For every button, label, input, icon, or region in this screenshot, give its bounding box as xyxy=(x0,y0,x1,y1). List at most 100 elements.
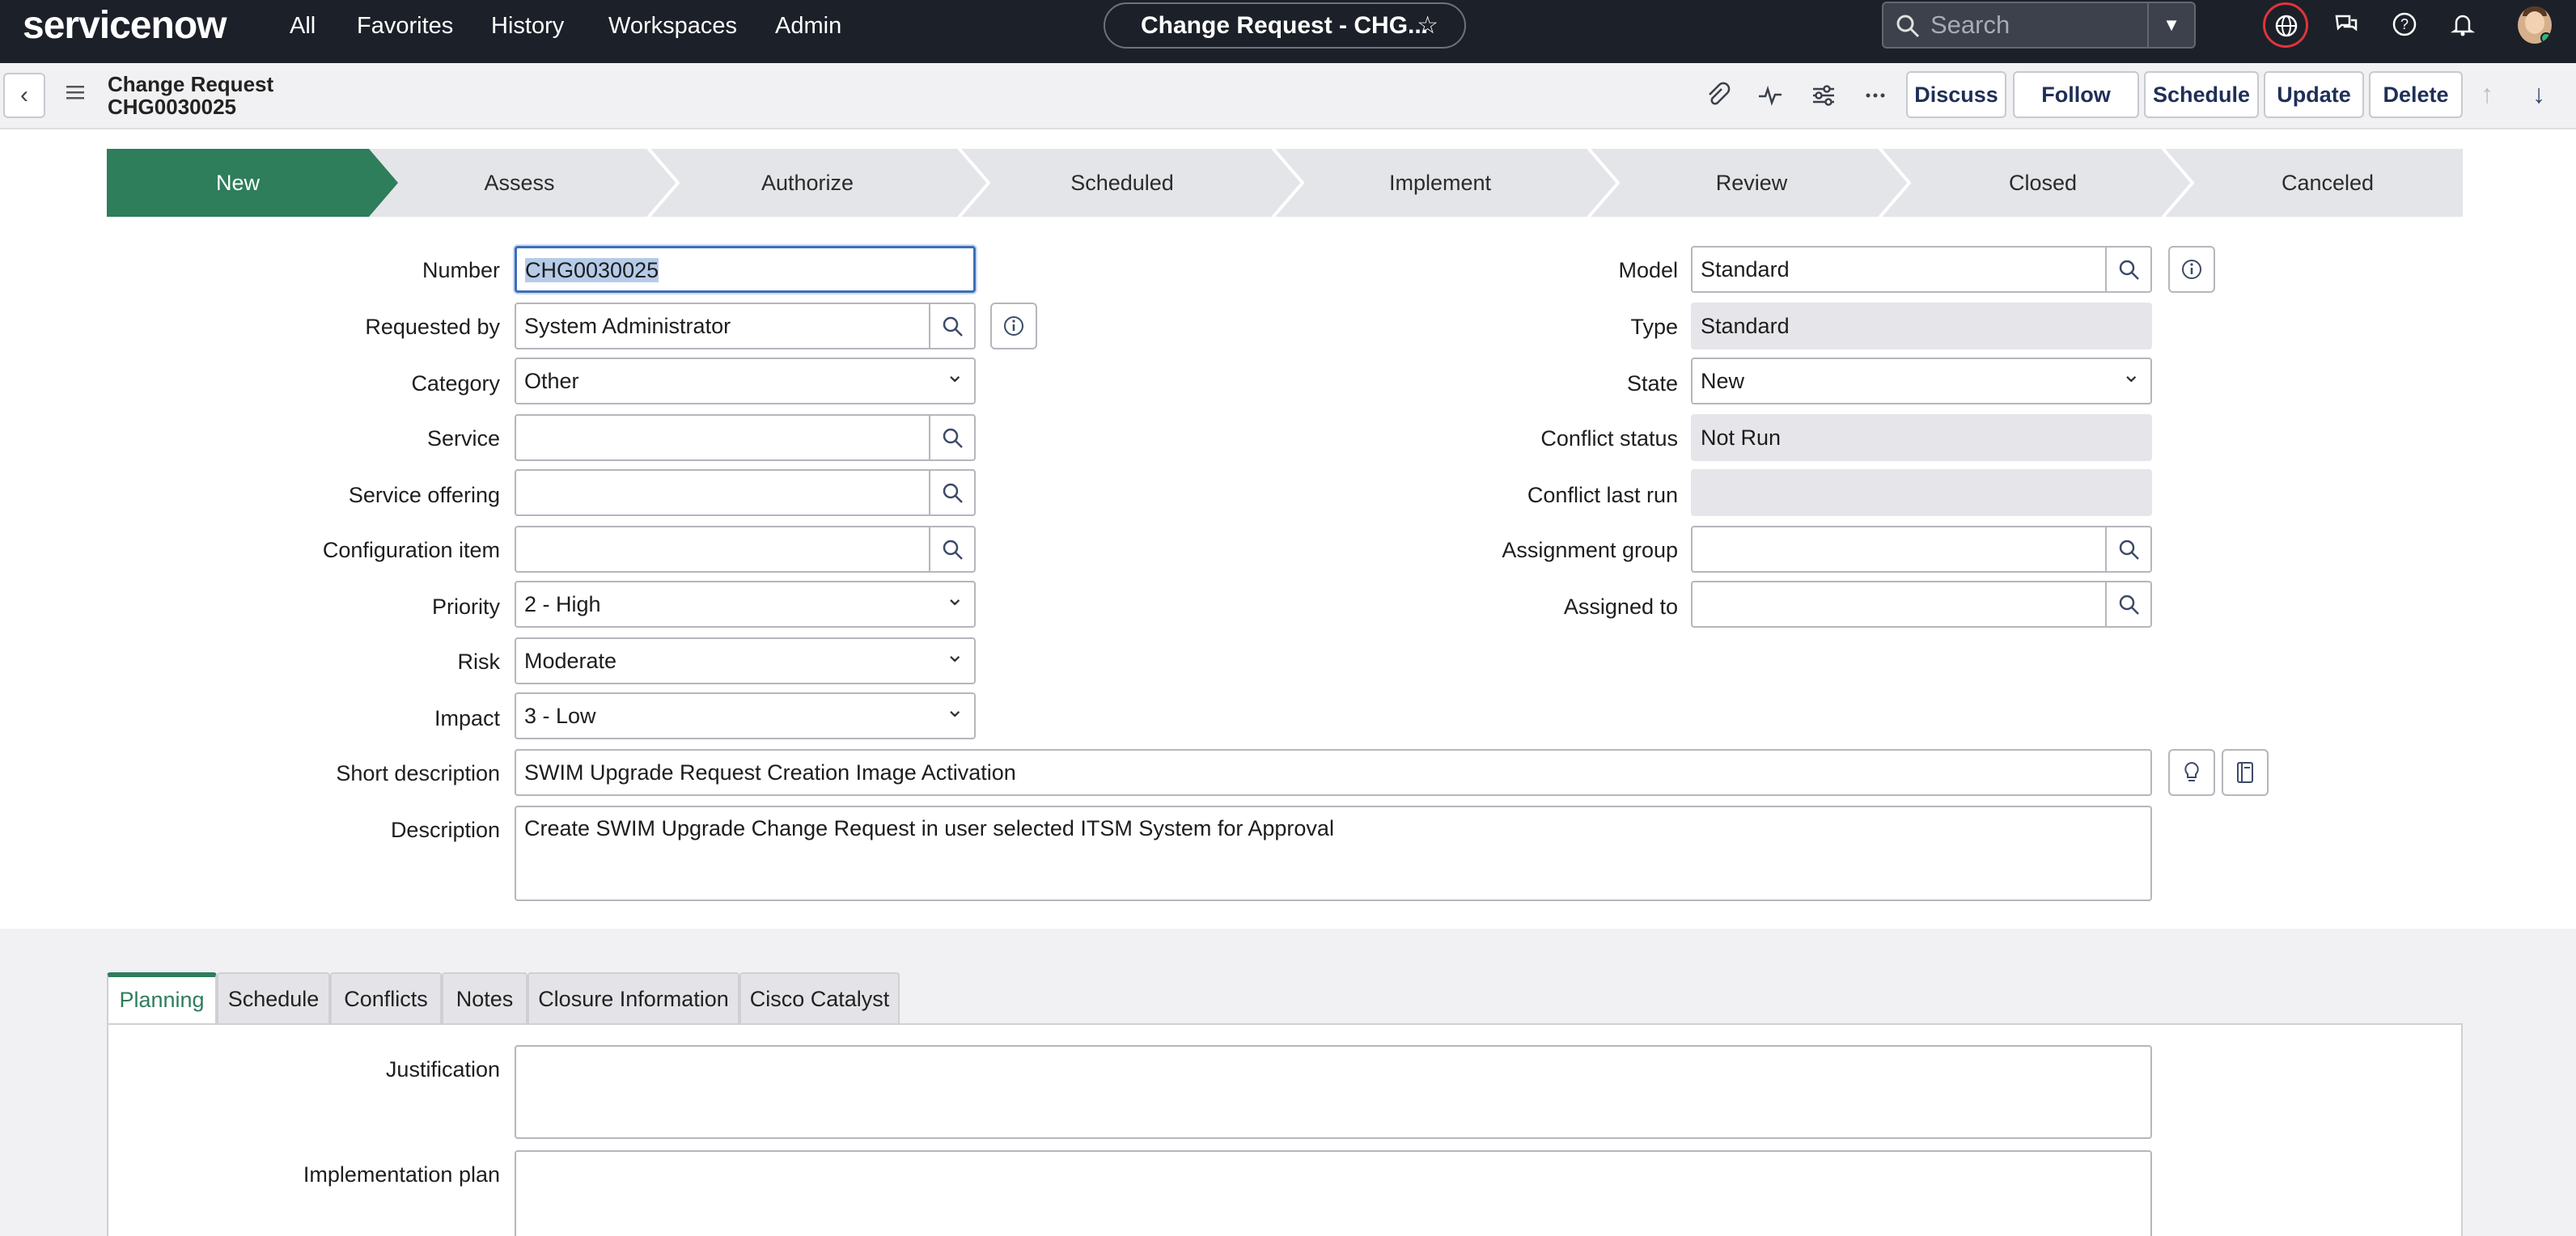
conflict-status-readonly: Not Run xyxy=(1691,414,2152,461)
stage-active-chevron xyxy=(369,149,398,217)
model-lookup-button[interactable] xyxy=(2107,246,2152,293)
stage-separator xyxy=(1879,149,1911,217)
previous-record-arrow-icon[interactable]: ↑ xyxy=(2481,79,2493,109)
form-header: ‹ Change Request CHG0030025 Discuss Foll… xyxy=(0,63,2576,129)
delete-button[interactable]: Delete xyxy=(2369,71,2463,118)
description-textarea[interactable]: Create SWIM Upgrade Change Request in us… xyxy=(515,806,2152,901)
chat-icon[interactable] xyxy=(2333,11,2359,37)
tab-cisco-catalyst[interactable]: Cisco Catalyst xyxy=(739,972,900,1024)
next-record-arrow-icon[interactable]: ↓ xyxy=(2532,79,2545,109)
search-icon xyxy=(2119,540,2139,560)
requested-by-label: Requested by xyxy=(365,315,500,339)
model-input[interactable]: Standard xyxy=(1691,246,2107,293)
search-icon xyxy=(943,428,963,448)
search-icon xyxy=(2119,595,2139,615)
short-description-input[interactable]: SWIM Upgrade Request Creation Image Acti… xyxy=(515,749,2152,796)
user-avatar[interactable] xyxy=(2518,6,2552,44)
nav-history[interactable]: History xyxy=(491,10,564,42)
search-icon xyxy=(943,316,963,337)
servicenow-logo[interactable]: servicenow xyxy=(23,3,227,49)
stage-separator xyxy=(1272,149,1304,217)
conflict-last-run-readonly xyxy=(1691,469,2152,516)
assigned-to-label: Assigned to xyxy=(1563,595,1678,619)
record-title-pill[interactable]: Change Request - CHG... ☆ xyxy=(1104,2,1466,49)
stage-separator xyxy=(958,149,990,217)
tab-schedule[interactable]: Schedule xyxy=(217,972,330,1024)
help-icon[interactable]: ? xyxy=(2392,11,2417,37)
type-label: Type xyxy=(1630,315,1678,339)
model-info-button[interactable] xyxy=(2168,246,2215,293)
form-title: Change Request CHG0030025 xyxy=(108,73,273,118)
personalize-form-icon[interactable] xyxy=(1809,81,1838,110)
tab-closure-information[interactable]: Closure Information xyxy=(527,972,739,1024)
implementation-plan-label: Implementation plan xyxy=(303,1162,500,1187)
service-lookup-button[interactable] xyxy=(930,414,976,461)
service-offering-input[interactable] xyxy=(515,469,930,516)
requested-by-lookup-button[interactable] xyxy=(930,303,976,349)
activity-pulse-icon[interactable] xyxy=(1756,81,1785,110)
tab-planning[interactable]: Planning xyxy=(107,972,217,1026)
implementation-plan-textarea[interactable] xyxy=(515,1150,2152,1236)
assignment-group-lookup-button[interactable] xyxy=(2107,526,2152,573)
suggestion-button[interactable] xyxy=(2168,749,2215,796)
stage-authorize: Authorize xyxy=(761,171,854,195)
record-title: Change Request - CHG... xyxy=(1141,12,1429,39)
assigned-to-input[interactable] xyxy=(1691,581,2107,628)
nav-all[interactable]: All xyxy=(290,10,316,42)
description-label: Description xyxy=(390,818,500,842)
service-offering-label: Service offering xyxy=(348,483,500,507)
risk-select[interactable]: Moderate xyxy=(515,633,976,684)
notification-bell-icon[interactable] xyxy=(2450,11,2476,37)
state-select[interactable]: New xyxy=(1691,353,2152,404)
service-offering-lookup-button[interactable] xyxy=(930,469,976,516)
assigned-to-lookup-button[interactable] xyxy=(2107,581,2152,628)
stage-scheduled: Scheduled xyxy=(1070,171,1174,195)
configuration-item-input[interactable] xyxy=(515,526,930,573)
template-book-button[interactable] xyxy=(2222,749,2269,796)
number-input[interactable]: CHG0030025 xyxy=(515,246,976,293)
assignment-group-label: Assignment group xyxy=(1502,538,1678,562)
back-button[interactable]: ‹ xyxy=(3,73,45,118)
language-globe-button[interactable] xyxy=(2263,2,2308,48)
requested-by-input[interactable]: System Administrator xyxy=(515,303,930,349)
number-value: CHG0030025 xyxy=(525,258,659,282)
update-button[interactable]: Update xyxy=(2264,71,2364,118)
nav-admin[interactable]: Admin xyxy=(775,10,841,42)
search-scope-dropdown[interactable]: ▼ xyxy=(2147,3,2194,47)
info-icon xyxy=(2182,260,2201,279)
search-placeholder[interactable]: Search xyxy=(1930,11,2010,40)
context-menu-icon[interactable] xyxy=(66,84,87,102)
stage-implement: Implement xyxy=(1388,171,1492,195)
form-title-table: Change Request xyxy=(108,72,274,96)
priority-select[interactable]: 2 - High xyxy=(515,576,976,628)
more-options-icon[interactable] xyxy=(1861,81,1890,110)
nav-favorites[interactable]: Favorites xyxy=(357,10,453,42)
category-label: Category xyxy=(411,371,500,396)
risk-label: Risk xyxy=(457,650,501,674)
global-search[interactable]: Search ▼ xyxy=(1882,2,2196,49)
stage-closed: Closed xyxy=(2008,171,2078,195)
category-select[interactable]: Other xyxy=(515,353,976,404)
short-description-label: Short description xyxy=(336,761,500,785)
stage-new: New xyxy=(107,149,369,217)
star-icon[interactable]: ☆ xyxy=(1417,4,1438,47)
nav-workspaces[interactable]: Workspaces xyxy=(608,10,737,42)
top-navigation-bar: servicenow All Favorites History Workspa… xyxy=(0,0,2576,63)
impact-select[interactable]: 3 - Low xyxy=(515,688,976,739)
info-icon xyxy=(1004,316,1023,336)
tab-notes[interactable]: Notes xyxy=(442,972,527,1024)
configuration-item-lookup-button[interactable] xyxy=(930,526,976,573)
service-input[interactable] xyxy=(515,414,930,461)
configuration-item-label: Configuration item xyxy=(322,538,500,562)
search-icon xyxy=(1896,15,1920,38)
requested-by-info-button[interactable] xyxy=(990,303,1037,349)
svg-text:?: ? xyxy=(2400,16,2409,32)
justification-textarea[interactable] xyxy=(515,1045,2152,1139)
follow-button[interactable]: Follow xyxy=(2013,71,2139,118)
tab-conflicts[interactable]: Conflicts xyxy=(330,972,442,1024)
conflict-status-label: Conflict status xyxy=(1540,426,1678,451)
attachment-paperclip-icon[interactable] xyxy=(1702,81,1731,110)
discuss-button[interactable]: Discuss xyxy=(1906,71,2006,118)
schedule-button[interactable]: Schedule xyxy=(2144,71,2259,118)
assignment-group-input[interactable] xyxy=(1691,526,2107,573)
